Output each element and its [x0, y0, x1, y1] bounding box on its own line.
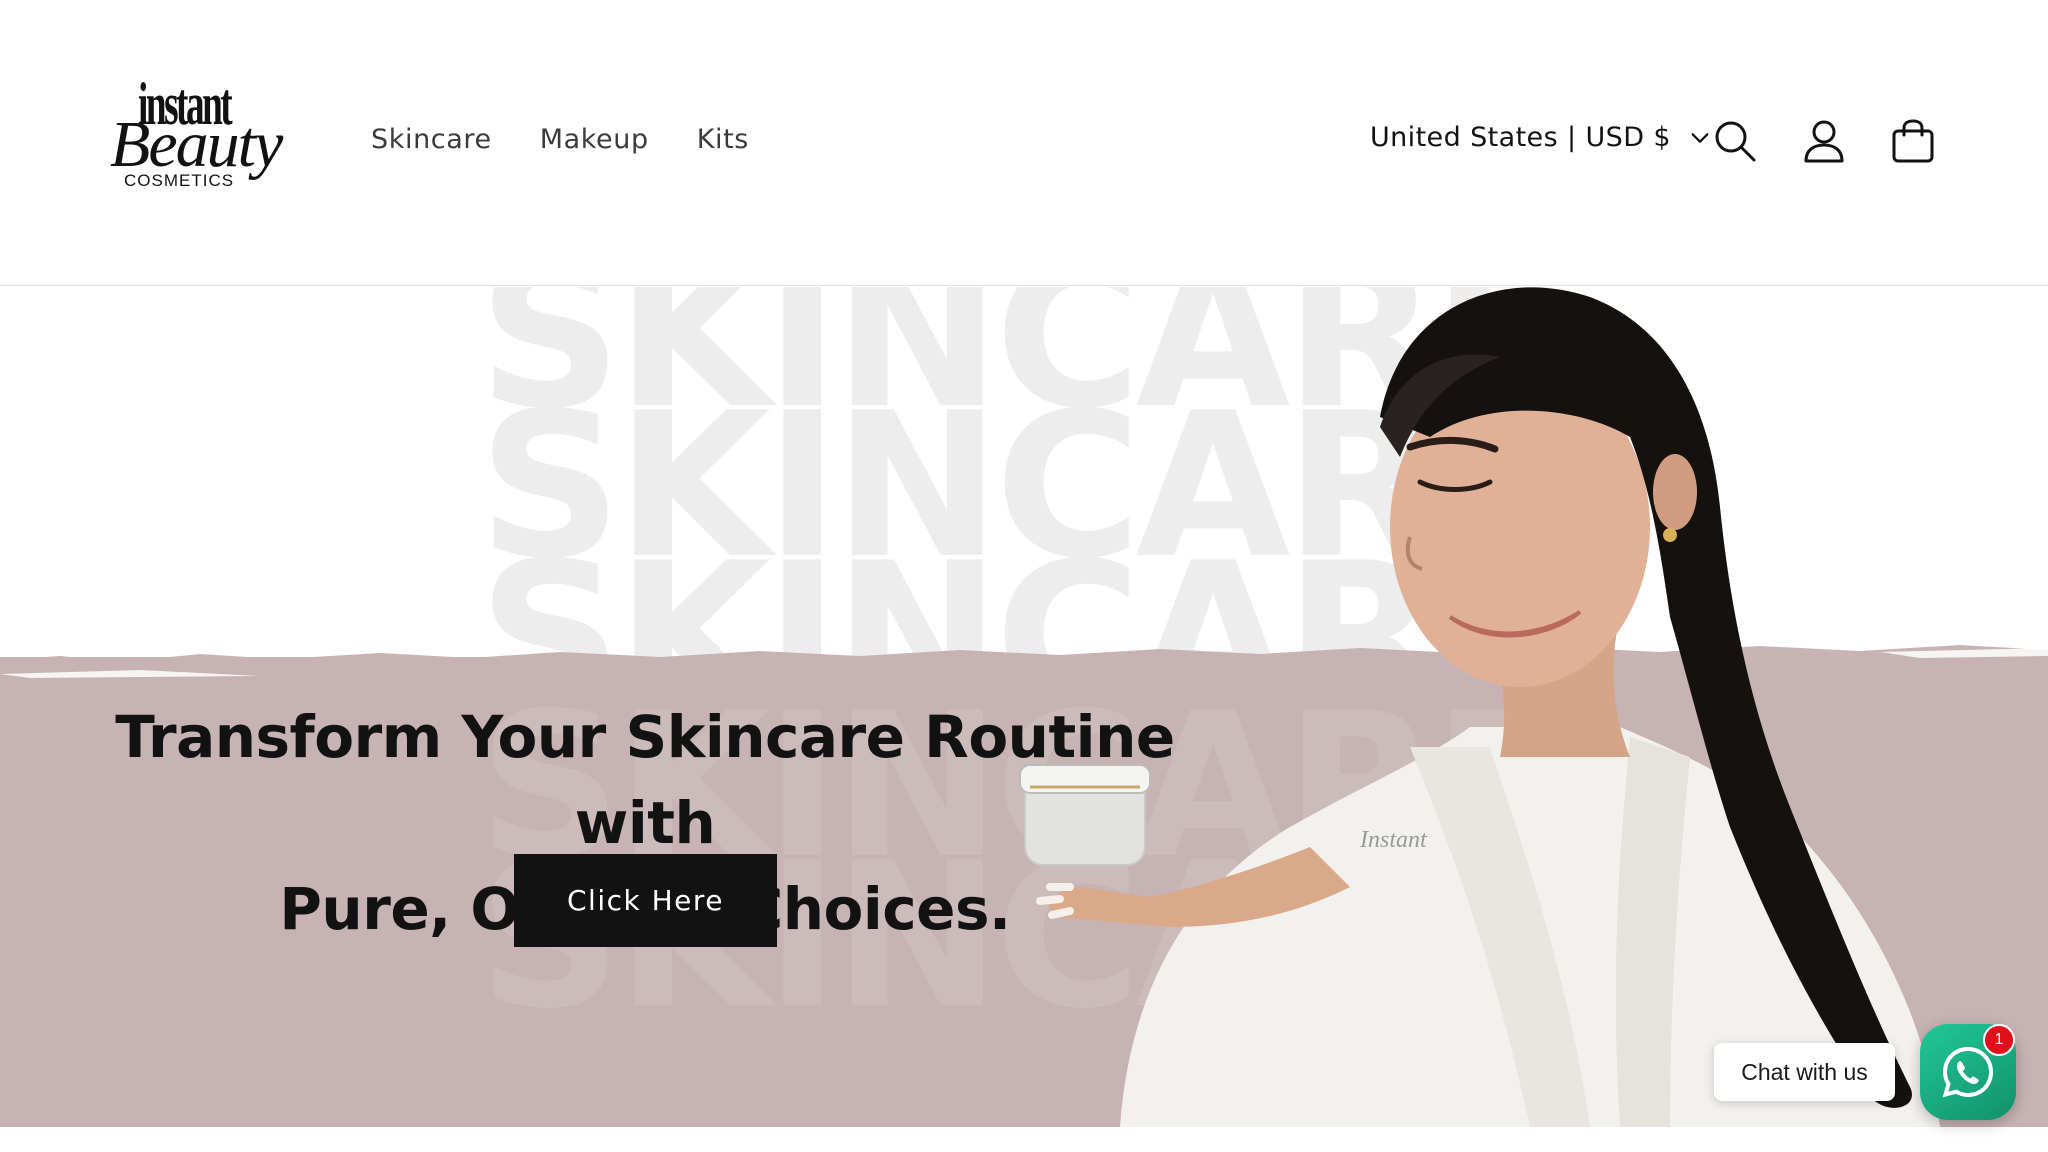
hero-banner: SKINCARE SKINCARE SKINCARE SKINCARE SKIN… [0, 287, 2048, 1127]
account-icon[interactable] [1801, 118, 1847, 164]
click-here-button[interactable]: Click Here [514, 854, 777, 947]
nav-item-kits[interactable]: Kits [697, 124, 749, 155]
brand-logo[interactable]: instant Beauty COSMETICS [108, 72, 292, 202]
main-nav: Skincare Makeup Kits [371, 124, 749, 155]
chat-with-us-label[interactable]: Chat with us [1714, 1043, 1895, 1101]
site-header: instant Beauty COSMETICS Skincare Makeup… [0, 0, 2048, 286]
cart-icon[interactable] [1890, 118, 1936, 164]
logo-line-cosmetics: COSMETICS [124, 171, 235, 190]
nav-item-skincare[interactable]: Skincare [371, 124, 492, 155]
whatsapp-icon [1942, 1046, 1994, 1098]
search-icon[interactable] [1712, 118, 1758, 164]
nav-item-makeup[interactable]: Makeup [540, 124, 649, 155]
headline-your: Your [441, 702, 626, 771]
logo-line-beauty: Beauty [110, 108, 283, 181]
chevron-down-icon [1691, 132, 1709, 143]
headline-skincare: Skincare [625, 702, 905, 771]
notification-badge: 1 [1983, 1024, 2015, 1056]
svg-text:Instant: Instant [1359, 827, 1428, 853]
country-currency-selector[interactable]: United States | USD $ [1370, 122, 1711, 153]
country-currency-label: United States | USD $ [1370, 122, 1671, 153]
headline-transform: Transform [115, 702, 442, 771]
